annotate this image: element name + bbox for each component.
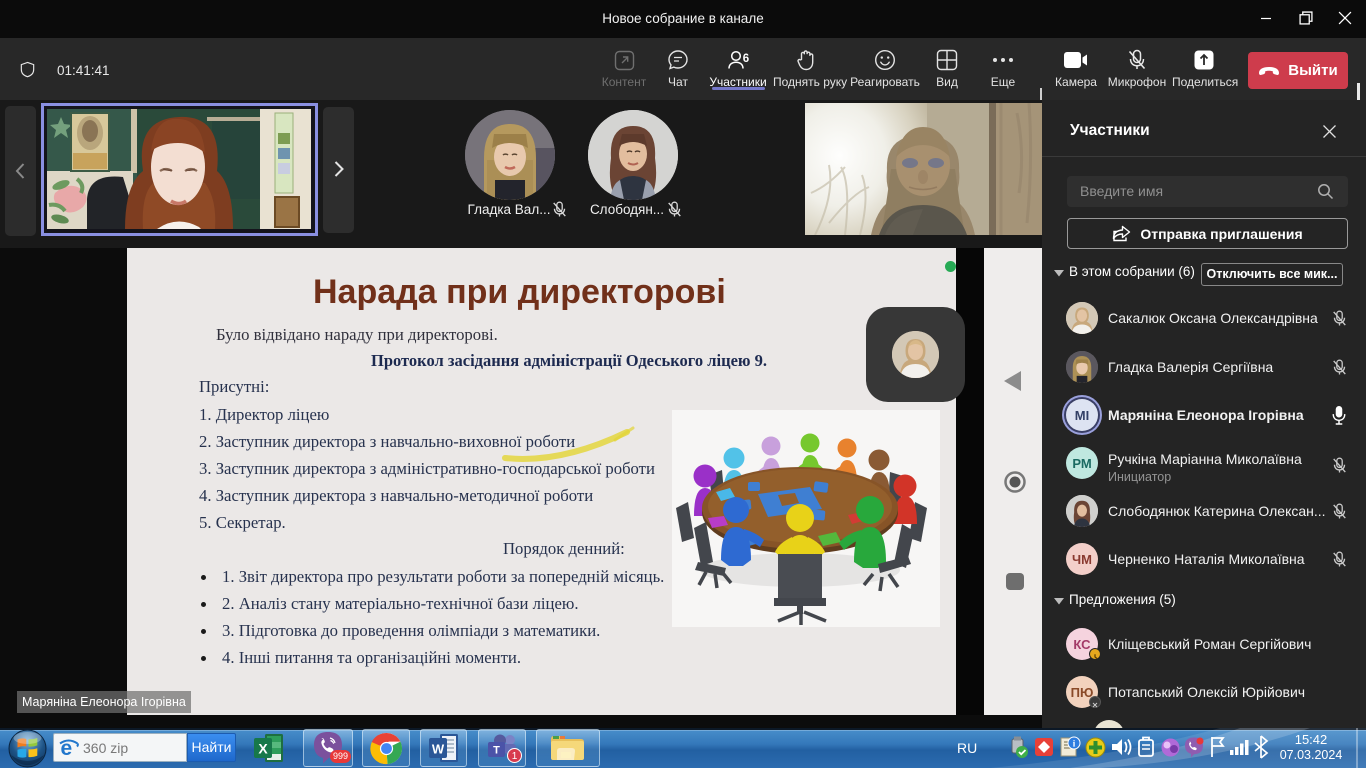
svg-text:W: W (431, 742, 444, 757)
svg-text:X: X (258, 741, 268, 757)
svg-text:6: 6 (743, 53, 749, 65)
svg-text:T: T (493, 744, 500, 756)
